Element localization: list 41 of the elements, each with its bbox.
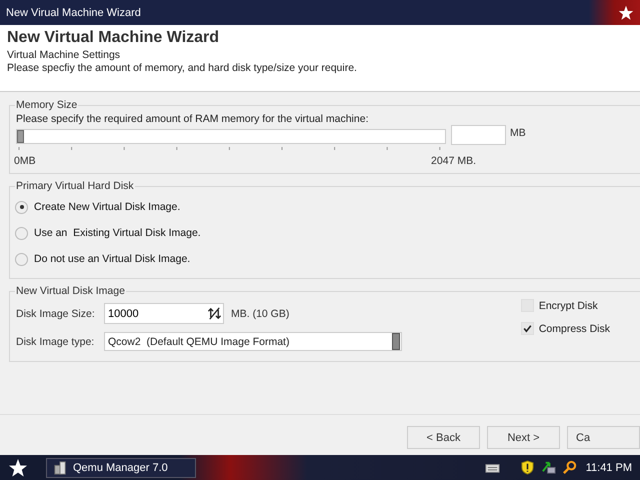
memory-unit: MB (510, 127, 526, 139)
spin-arrows-icon[interactable] (207, 306, 222, 321)
taskbar-task-button[interactable]: Qemu Manager 7.0 (46, 458, 196, 478)
group-label: Primary Virtual Hard Disk (15, 180, 135, 192)
group-label: Memory Size (15, 99, 78, 111)
checkbox[interactable] (520, 322, 534, 335)
wizard-subtitle: Virtual Machine Settings (7, 49, 122, 62)
wizard-button[interactable]: < Back (407, 426, 480, 449)
radio-label[interactable]: Do not use an Virtual Disk Image. (34, 253, 190, 265)
slider-min-label: 0MB (14, 155, 36, 167)
radio-label[interactable]: Use an Existing Virtual Disk Image. (34, 227, 201, 239)
group-label: New Virtual Disk Image (15, 285, 126, 297)
scroll-handle-icon[interactable] (392, 333, 400, 350)
network-icon[interactable] (540, 460, 556, 475)
radio-button[interactable] (15, 200, 28, 214)
checkbox-label[interactable]: Encrypt Disk (538, 300, 598, 312)
window-title: New Virual Machine Wizard (6, 6, 141, 18)
radio-button[interactable] (15, 226, 28, 240)
size-unit: MB. (10 GB) (231, 308, 290, 320)
start-star-icon[interactable] (8, 458, 28, 478)
shield-icon[interactable] (520, 460, 535, 475)
checkbox-label[interactable]: Compress Disk (538, 322, 610, 334)
clock: 11:41 PM (586, 462, 632, 474)
slider-max-label: 2047 MB. (431, 155, 476, 167)
wizard-button[interactable]: Ca (567, 426, 640, 449)
search-icon[interactable] (562, 460, 577, 475)
slider-thumb[interactable] (17, 130, 24, 143)
wizard-description: Please specfiy the amount of memory, and hard disk type/size your require. (7, 62, 358, 75)
computer-icon (53, 460, 67, 474)
wizard-button[interactable]: Next > (487, 426, 560, 449)
disk-type-dropdown[interactable]: Qcow2 (Default QEMU Image Format) (104, 332, 402, 351)
radio-button[interactable] (15, 252, 28, 266)
star-icon[interactable] (618, 4, 634, 20)
type-label: Disk Image type: (16, 336, 96, 348)
memory-prompt: Please specify the required amount of RAM memory for the virtual machine: (16, 113, 370, 125)
wizard-title: New Virtual Machine Wizard (7, 29, 220, 47)
memory-field[interactable] (451, 125, 506, 145)
disk-size-spinner[interactable]: 10000 (104, 303, 224, 324)
size-label: Disk Image Size: (16, 308, 96, 320)
slider-track[interactable] (16, 129, 446, 144)
radio-label[interactable]: Create New Virtual Disk Image. (34, 201, 180, 213)
